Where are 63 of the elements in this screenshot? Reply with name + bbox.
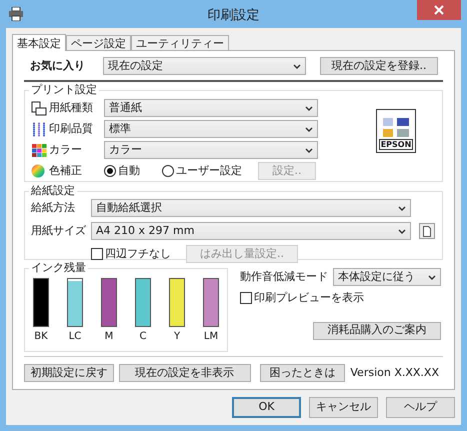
setting-label: カラー [49, 142, 83, 158]
printer-icon [8, 7, 24, 21]
footer-button[interactable]: 現在の設定を非表示 [118, 364, 251, 382]
group-legend: プリント設定 [29, 83, 99, 97]
favorites-dropdown[interactable]: 現在の設定 [103, 57, 306, 75]
dialog-button[interactable]: ヘルプ [386, 397, 455, 418]
quiet-mode-label: 動作音低減モード [240, 268, 328, 285]
favorites-label: お気に入り [29, 58, 86, 74]
checkbox-label: 四辺フチなし [105, 246, 171, 262]
paper-source-dropdown[interactable]: 自動給紙選択 [91, 199, 411, 217]
dialog-button[interactable]: OK [232, 397, 301, 418]
orientation-button[interactable] [419, 223, 435, 239]
ink-label: M [104, 330, 114, 344]
ink-label: LM [204, 330, 218, 344]
setting-label: 色補正 [49, 162, 83, 179]
ink-label: LC [68, 330, 82, 344]
setting-dropdown[interactable]: カラー [104, 141, 318, 159]
tab[interactable]: ユーティリティー [131, 35, 229, 50]
group-legend: インク残量 [29, 261, 88, 275]
chevron-icon [305, 126, 313, 132]
close-icon [434, 5, 444, 15]
group-legend: 給紙設定 [29, 184, 77, 198]
radio-button[interactable] [162, 165, 174, 177]
register-button[interactable]: 現在の設定を登録.. [320, 57, 438, 75]
chevron-icon [428, 274, 436, 280]
dot-pattern-icon [31, 122, 47, 136]
chevron-icon [398, 228, 406, 234]
ink-label: Y [174, 330, 180, 344]
color-wheel-icon [31, 164, 45, 178]
close-button[interactable] [417, 0, 461, 20]
setting-label: 用紙種類 [49, 100, 94, 116]
checkbox[interactable] [91, 248, 103, 260]
paper-size-dropdown[interactable]: A4 210 x 297 mm [91, 222, 411, 240]
quiet-mode-dropdown[interactable]: 本体設定に従う [333, 268, 441, 286]
ink-label: C [140, 330, 146, 344]
chart-thumbnail-icon [381, 117, 411, 139]
chevron-icon [398, 206, 406, 210]
window-title: 印刷設定 [208, 7, 260, 25]
chevron-icon [305, 106, 313, 110]
dialog-button[interactable]: キャンセル [309, 397, 378, 418]
radio-button[interactable] [104, 165, 116, 177]
brand-label: EPSON [378, 139, 414, 150]
chevron-icon [305, 148, 313, 152]
radio-label: 自動 [118, 162, 140, 179]
radio-label: ユーザー設定 [176, 162, 242, 179]
portrait-page-icon [423, 226, 431, 236]
color-grid-icon [31, 142, 47, 158]
ink-label: BK [34, 330, 48, 344]
setting-dropdown[interactable]: 標準 [104, 120, 318, 138]
setting-dropdown[interactable]: 普通紙 [104, 99, 318, 117]
footer-button[interactable]: 困ったときは [260, 364, 346, 382]
checkbox[interactable] [240, 292, 252, 304]
setting-label: 用紙サイズ [31, 222, 87, 239]
checkbox-label: 印刷プレビューを表示 [254, 290, 364, 306]
setting-label: 印刷品質 [49, 120, 94, 137]
chevron-icon [293, 64, 301, 68]
tab[interactable]: 基本設定 [12, 34, 66, 51]
version-label: Version X.XX.XX [350, 364, 439, 381]
paper-tray-icon [31, 100, 47, 116]
tab[interactable]: ページ設定 [66, 35, 131, 50]
footer-button[interactable]: 初期設定に戻す [24, 364, 114, 382]
supplies-button[interactable]: 消耗品購入のご案内 [313, 322, 441, 340]
setting-label: 給紙方法 [31, 200, 76, 216]
